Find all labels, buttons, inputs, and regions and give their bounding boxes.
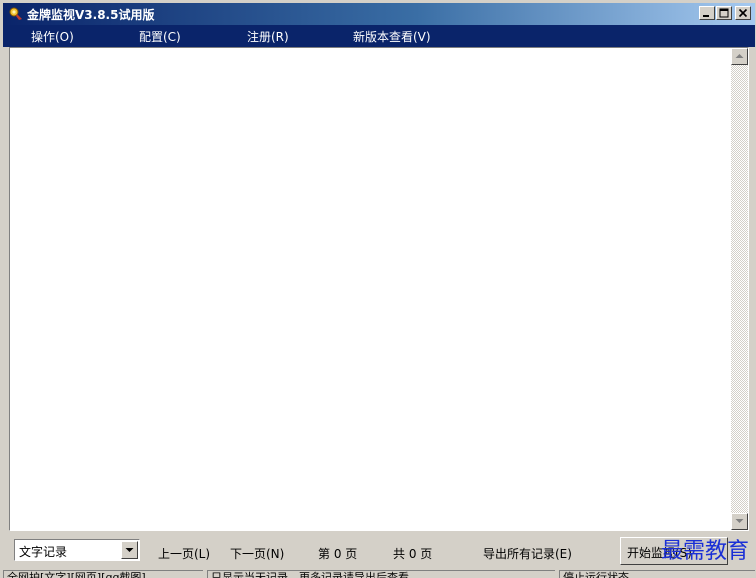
chevron-down-icon	[125, 548, 134, 552]
maximize-icon	[719, 8, 729, 18]
status-bar: 全网护[文字][网页][qq截图] 只显示当天记录，更多记录请导出后查看 停止运…	[3, 569, 755, 578]
watermark-text: 最需教育	[660, 539, 749, 564]
scroll-down-button[interactable]	[731, 513, 748, 530]
menu-new-version[interactable]: 新版本查看(V)	[353, 28, 431, 45]
close-button[interactable]	[735, 6, 751, 20]
record-list-area[interactable]	[9, 47, 749, 531]
dropdown-button[interactable]	[121, 541, 138, 559]
bottom-toolbar: 文字记录 上一页(L) 下一页(N) 第 0 页 共 0 页 导出所有记录(E)…	[3, 533, 755, 567]
record-type-select[interactable]: 文字记录	[14, 539, 140, 561]
export-all-button[interactable]: 导出所有记录(E)	[483, 545, 572, 562]
arrow-down-icon	[735, 519, 744, 523]
minimize-icon	[703, 15, 709, 17]
gold-medal-icon[interactable]	[9, 7, 23, 21]
prev-page-button[interactable]: 上一页(L)	[158, 545, 210, 562]
current-page-label: 第 0 页	[318, 547, 358, 561]
status-hint: 只显示当天记录，更多记录请导出后查看	[207, 570, 555, 578]
close-icon	[738, 8, 748, 18]
menu-config[interactable]: 配置(C)	[139, 28, 181, 45]
vertical-scrollbar[interactable]	[731, 48, 748, 530]
arrow-up-icon	[735, 54, 744, 58]
menu-bar: 操作(O) 配置(C) 注册(R) 新版本查看(V)	[3, 25, 755, 47]
record-type-value: 文字记录	[19, 545, 68, 559]
maximize-button[interactable]	[716, 6, 732, 20]
scroll-up-button[interactable]	[731, 48, 748, 65]
total-pages-label: 共 0 页	[393, 547, 433, 561]
status-state: 停止运行状态	[559, 570, 755, 578]
window-controls	[698, 6, 751, 20]
minimize-button[interactable]	[699, 6, 715, 20]
menu-register[interactable]: 注册(R)	[247, 28, 289, 45]
next-page-button[interactable]: 下一页(N)	[230, 545, 284, 562]
title-bar[interactable]: 金牌监视V3.8.5试用版	[3, 3, 755, 25]
app-window: 金牌监视V3.8.5试用版 操作(O) 配置(C) 注册(R) 新版本查看(V)…	[0, 0, 756, 578]
window-title: 金牌监视V3.8.5试用版	[27, 8, 155, 22]
status-mode: 全网护[文字][网页][qq截图]	[3, 570, 203, 578]
menu-operate[interactable]: 操作(O)	[31, 28, 74, 45]
